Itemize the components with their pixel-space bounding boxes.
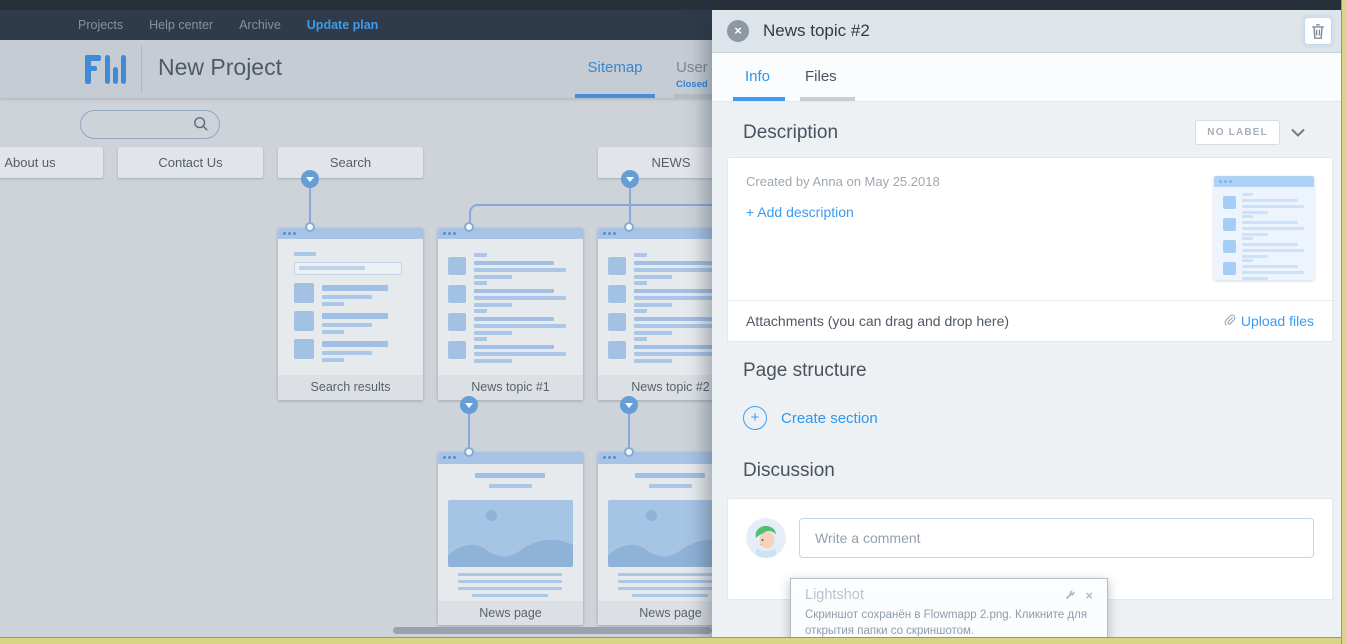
connector-line [309,187,311,223]
chevron-down-icon[interactable] [1291,128,1305,137]
connector-line [628,413,630,447]
lightshot-message: Скриншот сохранён в Flowmapp 2.png. Клик… [805,609,1088,638]
page-preview-thumbnail [1214,176,1314,280]
header-divider [141,46,142,92]
tab-userflow-underline [674,94,712,98]
page-structure-section-header: Page structure [743,360,1305,382]
nav-projects[interactable]: Projects [78,18,123,32]
page-card-search[interactable]: Search [278,147,423,178]
page-card-search-results[interactable]: Search results [278,228,423,400]
capture-border-bottom [0,637,1346,644]
page-card-about-us[interactable]: About us [0,147,103,178]
project-title: New Project [158,54,282,80]
page-card-label: Search results [278,375,423,400]
wireframe-preview [278,239,423,375]
page-card-label: News topic #1 [438,375,583,400]
connector-branch-line [469,204,716,230]
attachments-row: Attachments (you can drag and drop here)… [728,300,1332,341]
tab-sitemap[interactable]: Sitemap [575,59,655,76]
add-description-link[interactable]: + Add description [746,204,854,220]
wireframe-preview [438,239,583,375]
create-section-button[interactable]: + Create section [743,406,1341,430]
tab-files[interactable]: Files [805,68,837,85]
expand-children-dot[interactable] [301,170,319,188]
upload-files-link[interactable]: Upload files [1224,313,1314,329]
lightshot-notification[interactable]: Lightshot × Скриншот сохранён в Flowmapp… [790,578,1108,644]
panel-tabs: Info Files [712,53,1341,102]
search-icon [194,117,208,131]
notification-close-icon[interactable]: × [1085,588,1093,603]
plus-icon: + [743,406,767,430]
trash-icon [1312,23,1324,39]
page-card-label: News page [438,601,583,625]
tab-userflow[interactable]: User [676,59,708,76]
tab-files-underline [800,97,855,101]
expand-children-dot[interactable] [460,396,478,414]
expand-children-dot[interactable] [621,170,639,188]
page-card-news-page-1[interactable]: News page [438,452,583,625]
sitemap-search-input[interactable] [80,110,220,139]
close-icon[interactable]: × [727,20,749,42]
delete-page-button[interactable] [1304,17,1332,45]
node-anchor [624,447,634,457]
connector-line [468,413,470,447]
nav-archive[interactable]: Archive [239,18,281,32]
capture-border-right [1341,0,1346,644]
window-top-edge [0,0,1346,10]
node-anchor [464,447,474,457]
paperclip-icon [1224,314,1236,326]
expand-children-dot[interactable] [620,396,638,414]
flowmapp-logo-icon[interactable] [85,55,126,84]
discussion-heading: Discussion [743,460,835,481]
browser-chrome-bar [278,228,423,239]
user-avatar [746,518,786,558]
label-badge[interactable]: NO LABEL [1195,120,1280,145]
wrench-icon[interactable] [1064,589,1076,601]
description-section-header: Description NO LABEL [743,120,1305,145]
tab-userflow-status: Closed [676,79,708,90]
node-anchor [624,222,634,232]
page-detail-panel: × News topic #2 Info Files Description N… [712,10,1341,644]
lightshot-title: Lightshot [805,587,864,603]
node-anchor [464,222,474,232]
browser-chrome-bar [438,228,583,239]
nav-help-center[interactable]: Help center [149,18,213,32]
discussion-section-header: Discussion [743,460,1305,482]
tab-info-underline [733,97,785,101]
app-screen: Projects Help center Archive Update plan… [0,0,1346,644]
node-anchor [305,222,315,232]
page-card-contact-us[interactable]: Contact Us [118,147,263,178]
tab-sitemap-underline [575,94,655,98]
panel-title: News topic #2 [763,21,870,40]
browser-chrome-bar [438,452,583,464]
comment-input[interactable] [799,518,1314,558]
description-card: Created by Anna on May 25.2018 + Add des… [727,157,1333,342]
wireframe-preview [438,464,583,601]
horizontal-scrollbar-thumb[interactable] [393,627,712,634]
attachments-label: Attachments (you can drag and drop here) [746,313,1010,329]
panel-header: × News topic #2 [712,10,1341,53]
tab-info[interactable]: Info [745,68,770,85]
nav-update-plan[interactable]: Update plan [307,18,379,32]
page-structure-heading: Page structure [743,360,867,381]
page-card-news-topic-1[interactable]: News topic #1 [438,228,583,400]
description-heading: Description [743,121,839,143]
